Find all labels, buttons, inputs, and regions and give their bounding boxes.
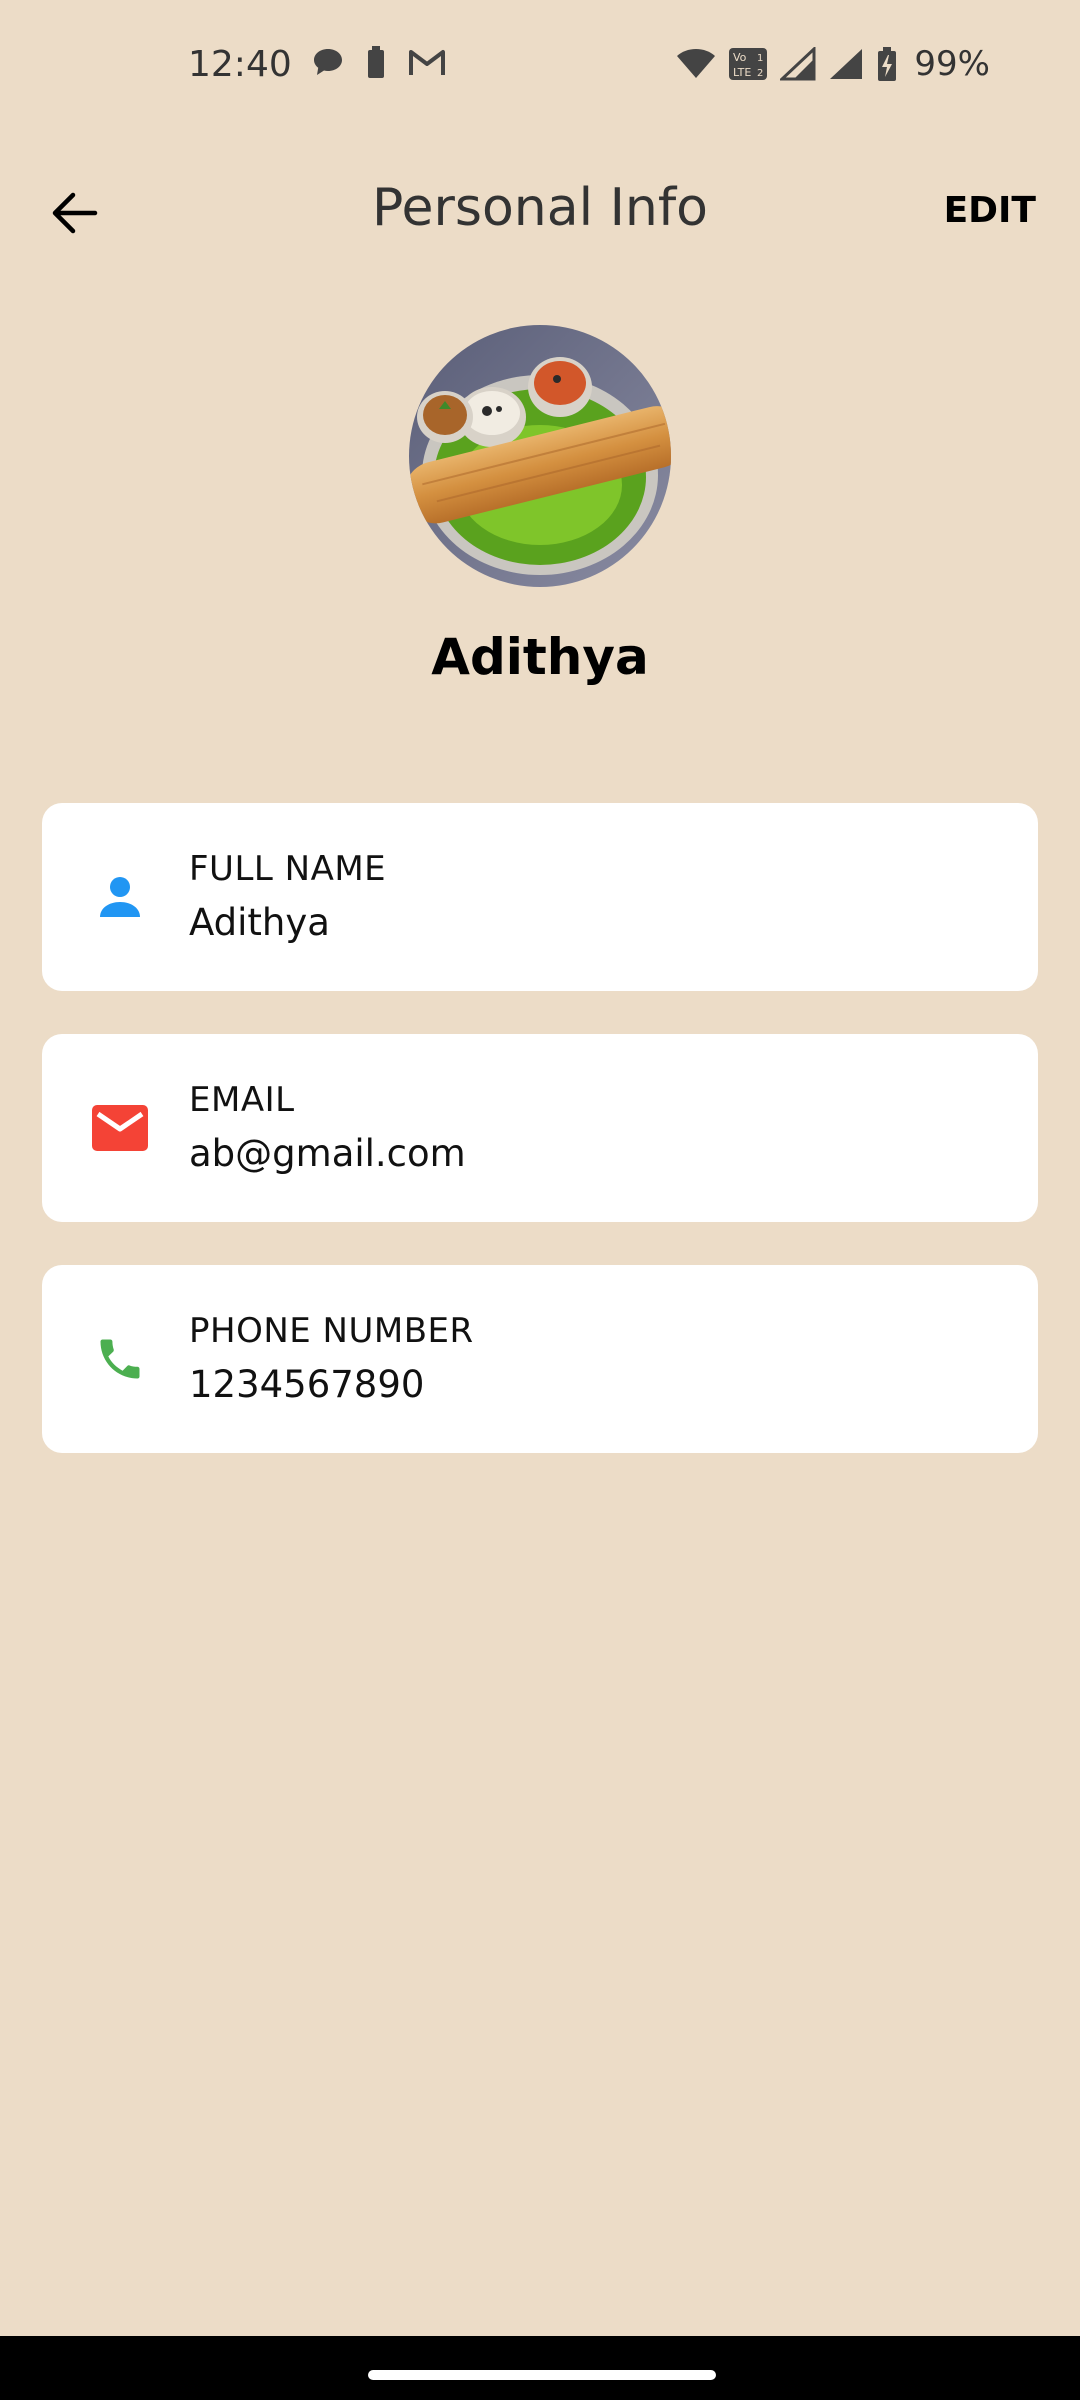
page-title: Personal Info bbox=[372, 178, 708, 238]
battery-charging-icon bbox=[876, 47, 898, 81]
dosa-food-photo bbox=[409, 325, 671, 587]
phone-icon bbox=[88, 1327, 152, 1391]
email-card[interactable]: EMAIL ab@gmail.com bbox=[42, 1034, 1038, 1222]
phone-card[interactable]: PHONE NUMBER 1234567890 bbox=[42, 1265, 1038, 1453]
chat-bubble-icon bbox=[312, 47, 344, 77]
edit-button[interactable]: EDIT bbox=[944, 190, 1036, 231]
wifi-icon bbox=[676, 48, 716, 80]
svg-text:LTE: LTE bbox=[733, 66, 751, 79]
field-label: PHONE NUMBER bbox=[189, 1311, 474, 1351]
avatar[interactable] bbox=[409, 325, 671, 587]
system-navigation-bar bbox=[0, 2336, 1080, 2400]
status-system-icons: Vo LTE 1 2 99% bbox=[676, 44, 990, 84]
mail-icon bbox=[88, 1096, 152, 1160]
status-notification-icons bbox=[312, 46, 446, 78]
svg-text:Vo: Vo bbox=[733, 51, 747, 64]
field-value: ab@gmail.com bbox=[189, 1132, 466, 1175]
field-value: 1234567890 bbox=[189, 1363, 425, 1406]
full-name-card[interactable]: FULL NAME Adithya bbox=[42, 803, 1038, 991]
app-bar: Personal Info EDIT bbox=[0, 160, 1080, 260]
home-indicator[interactable] bbox=[368, 2370, 716, 2380]
field-value: Adithya bbox=[189, 901, 330, 944]
battery-percentage: 99% bbox=[914, 44, 990, 84]
signal-icon bbox=[828, 47, 864, 81]
status-bar: 12:40 Vo LTE 1 2 99% bbox=[0, 0, 1080, 136]
svg-text:2: 2 bbox=[757, 68, 763, 79]
status-time: 12:40 bbox=[188, 44, 292, 85]
svg-text:1: 1 bbox=[757, 53, 763, 64]
gmail-icon bbox=[408, 47, 446, 77]
volte-icon: Vo LTE 1 2 bbox=[728, 47, 768, 81]
field-label: EMAIL bbox=[189, 1080, 295, 1120]
person-icon bbox=[88, 865, 152, 929]
field-label: FULL NAME bbox=[189, 849, 387, 889]
signal-icon bbox=[780, 47, 816, 81]
battery-small-icon bbox=[366, 46, 386, 78]
profile-name: Adithya bbox=[431, 628, 649, 686]
